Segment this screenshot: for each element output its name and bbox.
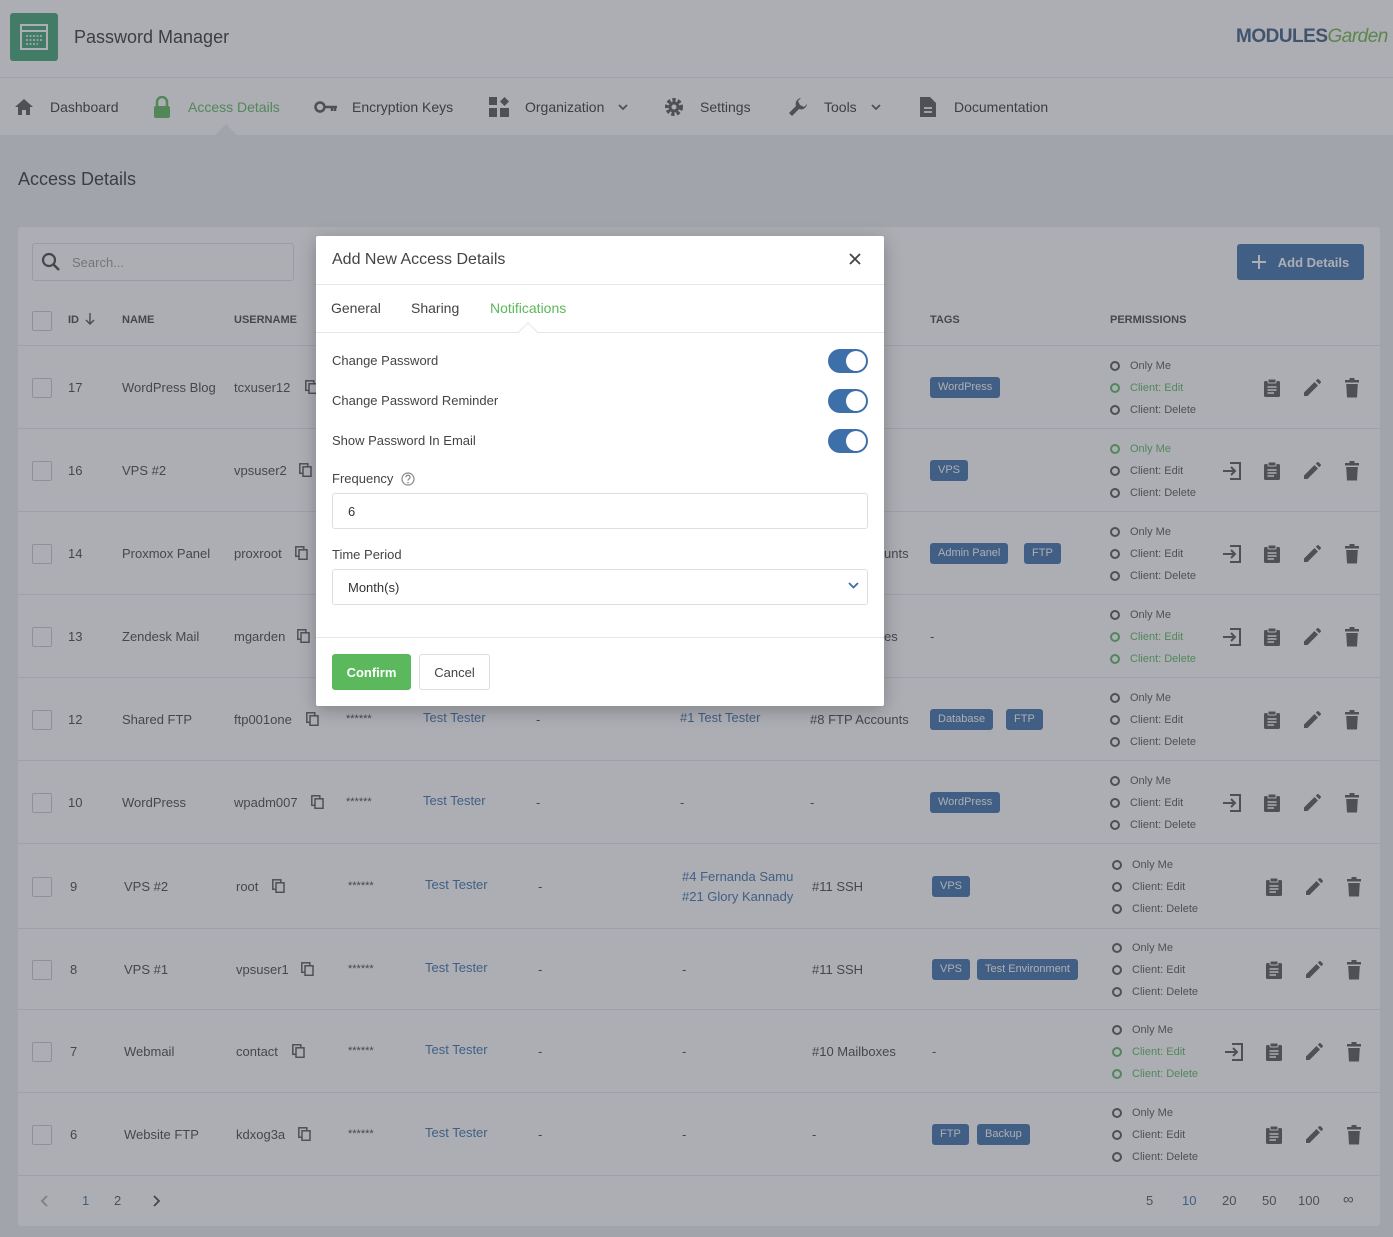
time-period-label: Time Period [332, 547, 402, 562]
change-password-label: Change Password [332, 353, 439, 368]
modal-footer-divider [316, 637, 884, 638]
change-password-toggle[interactable] [828, 349, 868, 373]
close-icon[interactable] [848, 252, 862, 266]
tab-sharing[interactable]: Sharing [411, 300, 459, 316]
modal-title: Add New Access Details [332, 251, 506, 268]
chevron-down-icon [848, 582, 859, 589]
time-period-select[interactable]: Month(s) [332, 569, 868, 605]
tab-notifications[interactable]: Notifications [490, 300, 566, 316]
show-password-in-email-label: Show Password In Email [332, 433, 476, 448]
modal-header: Add New Access Details [316, 236, 884, 285]
confirm-button[interactable]: Confirm [332, 654, 411, 690]
active-tab-indicator [518, 322, 538, 342]
help-icon[interactable] [401, 472, 415, 486]
show-password-in-email-toggle[interactable] [828, 429, 868, 453]
frequency-label: Frequency [332, 471, 394, 486]
add-access-details-modal: Add New Access Details General Sharing N… [316, 236, 884, 706]
cancel-button[interactable]: Cancel [419, 654, 490, 690]
change-password-reminder-label: Change Password Reminder [332, 393, 499, 408]
frequency-input[interactable]: 6 [332, 493, 868, 529]
tab-divider [316, 332, 884, 333]
change-password-reminder-toggle[interactable] [828, 389, 868, 413]
tab-general[interactable]: General [331, 300, 381, 316]
